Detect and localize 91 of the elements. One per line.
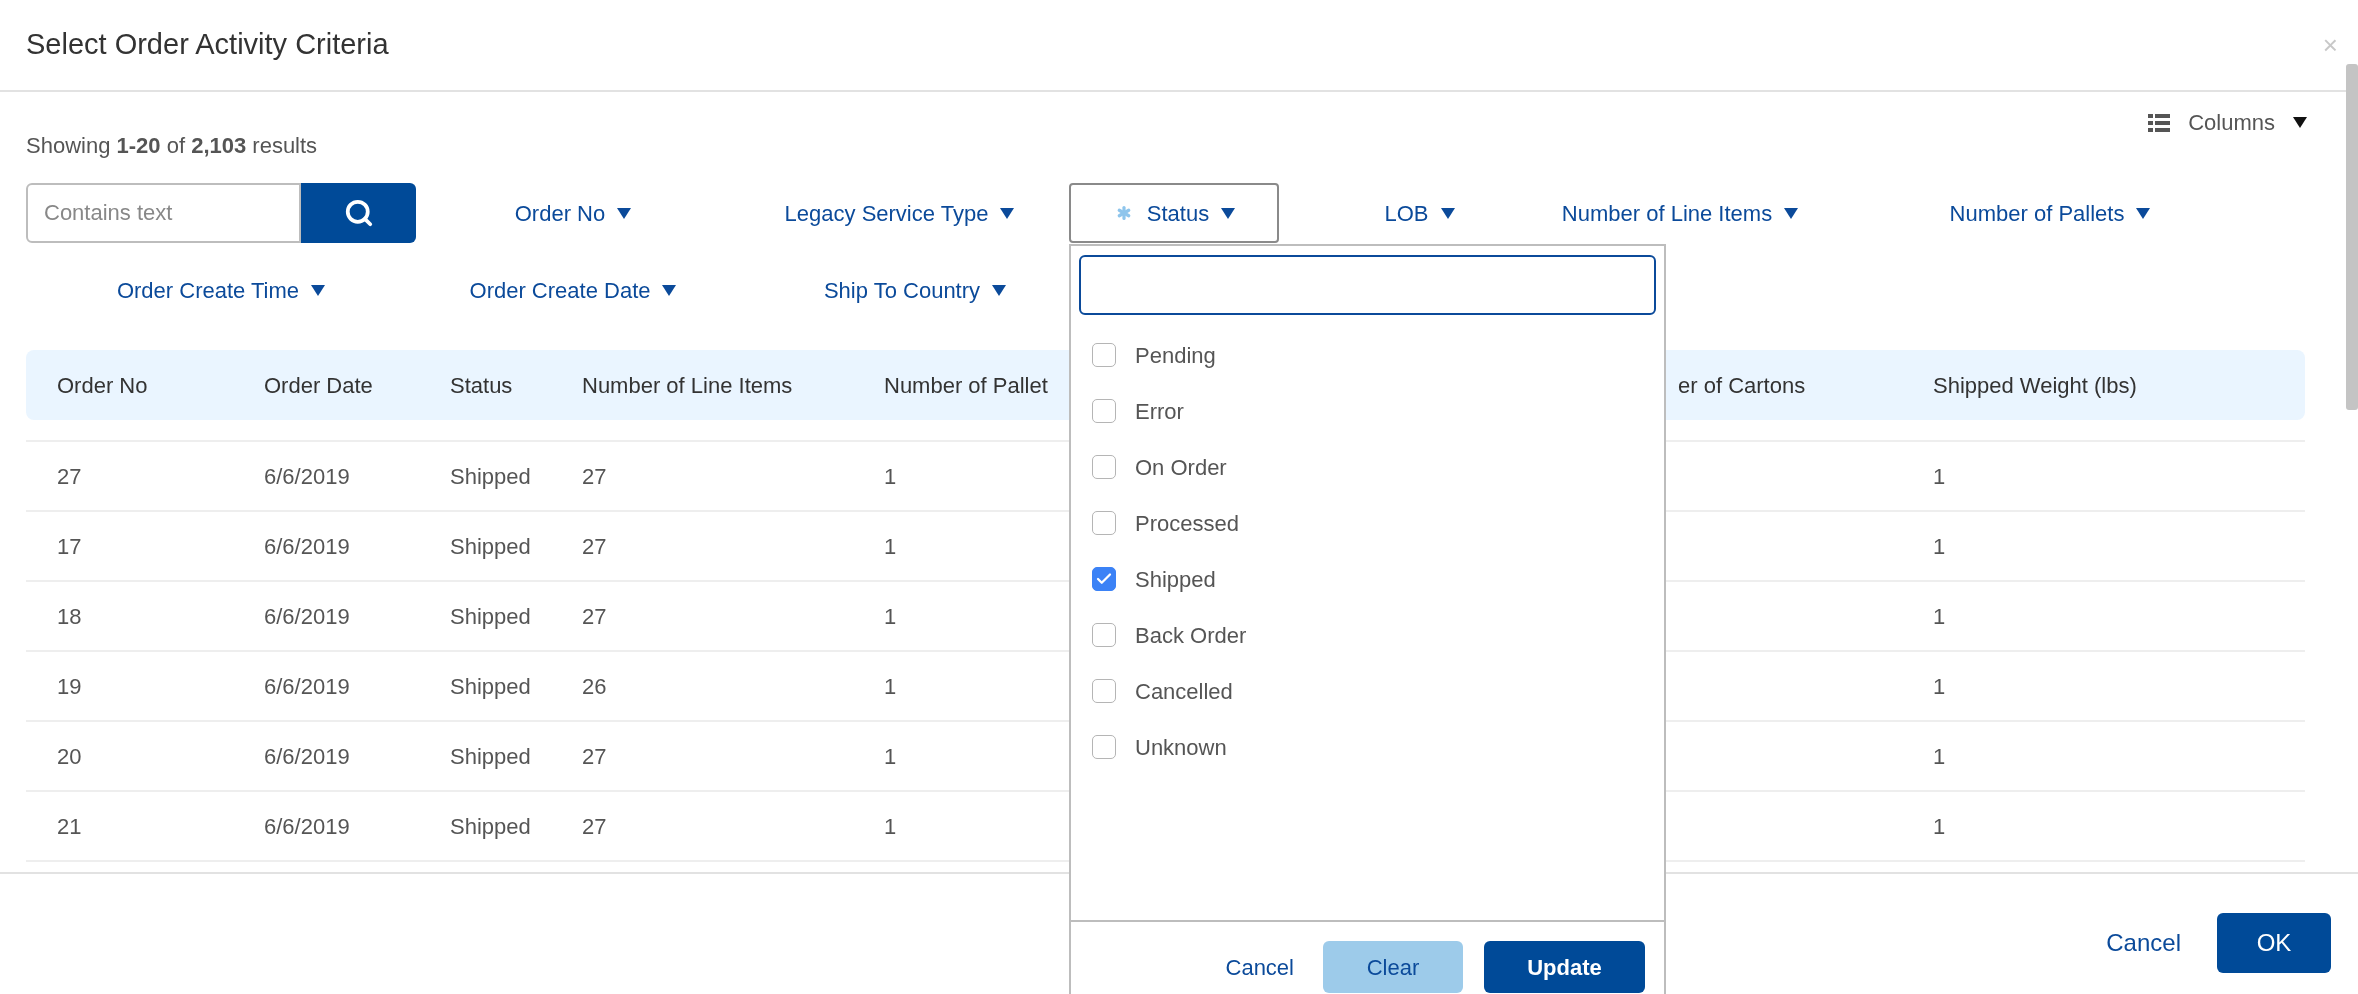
table-cell: 1 [884,533,897,559]
table-cell: 27 [582,603,607,629]
caret-icon [1221,207,1236,219]
column-header[interactable]: Order Date [264,372,373,398]
search-field[interactable]: Contains text [26,183,301,243]
table-cell: 6/6/2019 [264,743,350,769]
table-cell: Shipped [450,813,531,839]
filter-button[interactable]: LOB [1279,183,1560,243]
checkbox[interactable] [1092,735,1116,759]
column-header[interactable]: Number of Pallet [884,372,1048,398]
search-button[interactable] [301,183,416,243]
table-cell: 17 [57,533,82,559]
filter-button[interactable]: Number of Line Items [1560,183,1800,243]
table-cell: 1 [1933,603,1946,629]
option-label: Unknown [1135,733,1227,762]
option-label: Processed [1135,509,1239,538]
table-cell: 1 [1933,533,1946,559]
table-cell: 6/6/2019 [264,673,350,699]
table-cell: 27 [582,743,607,769]
list-icon [2148,113,2171,132]
checkbox[interactable] [1092,567,1116,591]
caret-icon [2293,117,2307,128]
checkbox[interactable] [1092,455,1116,479]
search-icon [343,198,374,228]
table-cell: 27 [582,463,607,489]
table-cell: Shipped [450,533,531,559]
caret-icon [1000,207,1015,219]
checkbox[interactable] [1092,679,1116,703]
filter-button[interactable]: Legacy Service Type [730,183,1069,243]
columns-button[interactable]: Columns [2148,106,2307,139]
table-cell: 1 [1933,743,1946,769]
table-cell: 6/6/2019 [264,603,350,629]
caret-icon [1784,207,1799,219]
table-cell: 20 [57,743,82,769]
cancel-button[interactable]: Cancel [1217,941,1302,993]
table-cell: 1 [884,463,897,489]
table-cell: 21 [57,813,82,839]
table-cell: 19 [57,673,82,699]
table-cell: 18 [57,603,82,629]
checkbox[interactable] [1092,623,1116,647]
table-cell: 1 [884,813,897,839]
update-button[interactable]: Update [1484,941,1645,993]
filter-search-field[interactable] [1079,255,1656,315]
column-header[interactable]: Shipped Weight (lbs) [1933,372,2137,398]
caret-icon [1440,207,1455,219]
caret-icon [662,284,677,296]
table-cell: Shipped [450,463,531,489]
table-cell: 1 [884,673,897,699]
caret-icon [617,207,632,219]
filter-button[interactable]: Order No [416,183,730,243]
results-summary: Showing 1-20 of 2,103 results [26,132,318,160]
table-cell: 27 [582,813,607,839]
table-cell: 27 [582,533,607,559]
table-cell: 1 [1933,463,1946,489]
option-label: Pending [1135,341,1216,370]
table-cell: 26 [582,673,607,699]
option-label: Cancelled [1135,677,1233,706]
filter-button[interactable]: Order Create Date [416,260,730,320]
option-label: On Order [1135,453,1227,482]
checkbox[interactable] [1092,511,1116,535]
caret-icon [2136,207,2151,219]
caret-icon [311,284,326,296]
table-cell: 1 [1933,673,1946,699]
option-label: Shipped [1135,565,1216,594]
table-cell: 6/6/2019 [264,813,350,839]
checkbox[interactable] [1092,343,1116,367]
table-cell: 6/6/2019 [264,533,350,559]
column-header[interactable]: er of Cartons [1678,372,1806,398]
table-cell: 1 [1933,813,1946,839]
option-label: Error [1135,397,1184,426]
table-cell: 27 [57,463,82,489]
filter-button[interactable]: Ship To Country [730,260,1100,320]
table-cell: Shipped [450,743,531,769]
table-cell: 6/6/2019 [264,463,350,489]
table-cell: Shipped [450,603,531,629]
filter-button[interactable]: Number of Pallets [1800,183,2300,243]
filter-button[interactable]: Order Create Time [26,260,416,320]
column-header[interactable]: Number of Line Items [582,372,793,398]
filter-button[interactable]: Status [1069,183,1279,243]
ok-button[interactable]: OK [2217,913,2331,973]
dialog-title: Select Order Activity Criteria [26,27,389,63]
table-cell: Shipped [450,673,531,699]
option-label: Back Order [1135,621,1247,650]
clear-button[interactable]: Clear [1323,941,1463,993]
column-header[interactable]: Order No [57,372,148,398]
caret-icon [992,284,1007,296]
checkbox[interactable] [1092,399,1116,423]
table-cell: 1 [884,743,897,769]
table-cell: 1 [884,603,897,629]
cancel-button[interactable]: Cancel [2106,913,2181,973]
column-header[interactable]: Status [450,372,513,398]
